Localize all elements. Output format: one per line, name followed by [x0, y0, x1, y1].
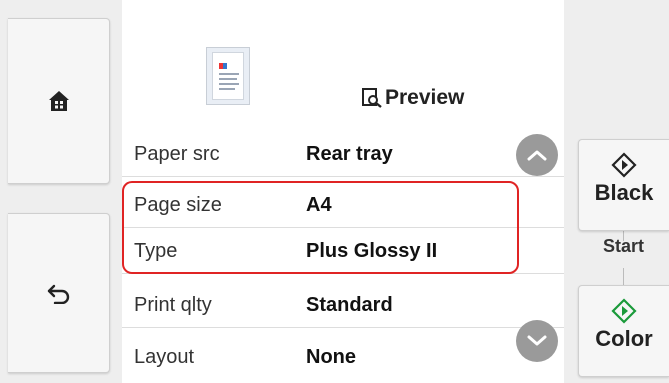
- home-button[interactable]: [8, 18, 110, 184]
- divider: [623, 268, 624, 285]
- home-icon: [48, 91, 69, 111]
- document-page: [212, 52, 244, 100]
- back-arrow-icon: [47, 284, 69, 304]
- preview-label: Preview: [385, 86, 465, 109]
- start-diamond-icon: [611, 152, 637, 178]
- setting-label: Layout: [134, 346, 195, 368]
- setting-row-print-qlty[interactable]: Print qlty Standard: [122, 284, 564, 328]
- color-start-button[interactable]: Color: [578, 285, 669, 377]
- start-diamond-icon: [611, 298, 637, 324]
- color-label: Color: [595, 326, 653, 351]
- setting-row-layout[interactable]: Layout None: [122, 336, 564, 380]
- black-start-button[interactable]: Black: [578, 139, 669, 231]
- chevron-up-icon: [527, 150, 547, 161]
- setting-value: None: [306, 346, 356, 368]
- setting-value: Standard: [306, 294, 393, 316]
- chevron-down-icon: [527, 335, 547, 346]
- preview-magnifier-icon: [362, 88, 382, 108]
- scroll-up-button[interactable]: [516, 134, 558, 176]
- document-thumbnail[interactable]: [206, 47, 250, 105]
- preview-button[interactable]: Preview: [362, 86, 464, 110]
- start-label: Start: [602, 236, 644, 256]
- scroll-down-button[interactable]: [516, 320, 558, 362]
- highlight-box: [122, 181, 519, 274]
- black-label: Black: [594, 180, 654, 205]
- setting-value: Rear tray: [306, 143, 393, 165]
- back-button[interactable]: [8, 213, 110, 373]
- setting-row-paper-src[interactable]: Paper src Rear tray: [122, 133, 564, 177]
- setting-label: Print qlty: [134, 294, 212, 316]
- setting-label: Paper src: [134, 143, 220, 165]
